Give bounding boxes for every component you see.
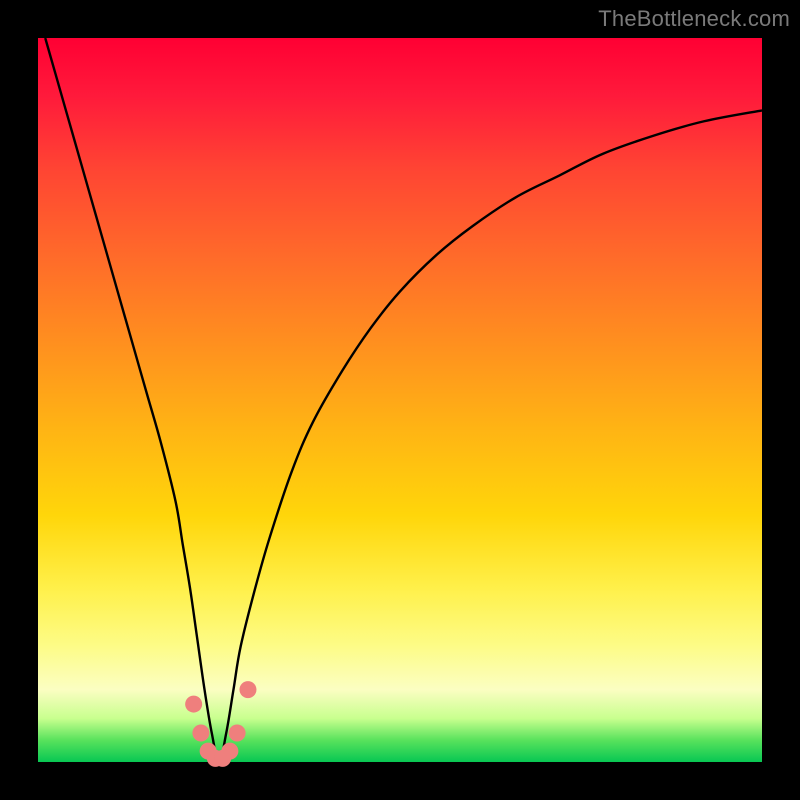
marker-dot [229, 725, 246, 742]
curve-markers [185, 681, 256, 767]
chart-frame: TheBottleneck.com [0, 0, 800, 800]
watermark-text: TheBottleneck.com [598, 6, 790, 32]
marker-dot [192, 725, 209, 742]
marker-dot [239, 681, 256, 698]
marker-dot [221, 743, 238, 760]
curve-svg [38, 38, 762, 762]
marker-dot [185, 696, 202, 713]
bottleneck-curve [45, 38, 762, 762]
plot-area [38, 38, 762, 762]
